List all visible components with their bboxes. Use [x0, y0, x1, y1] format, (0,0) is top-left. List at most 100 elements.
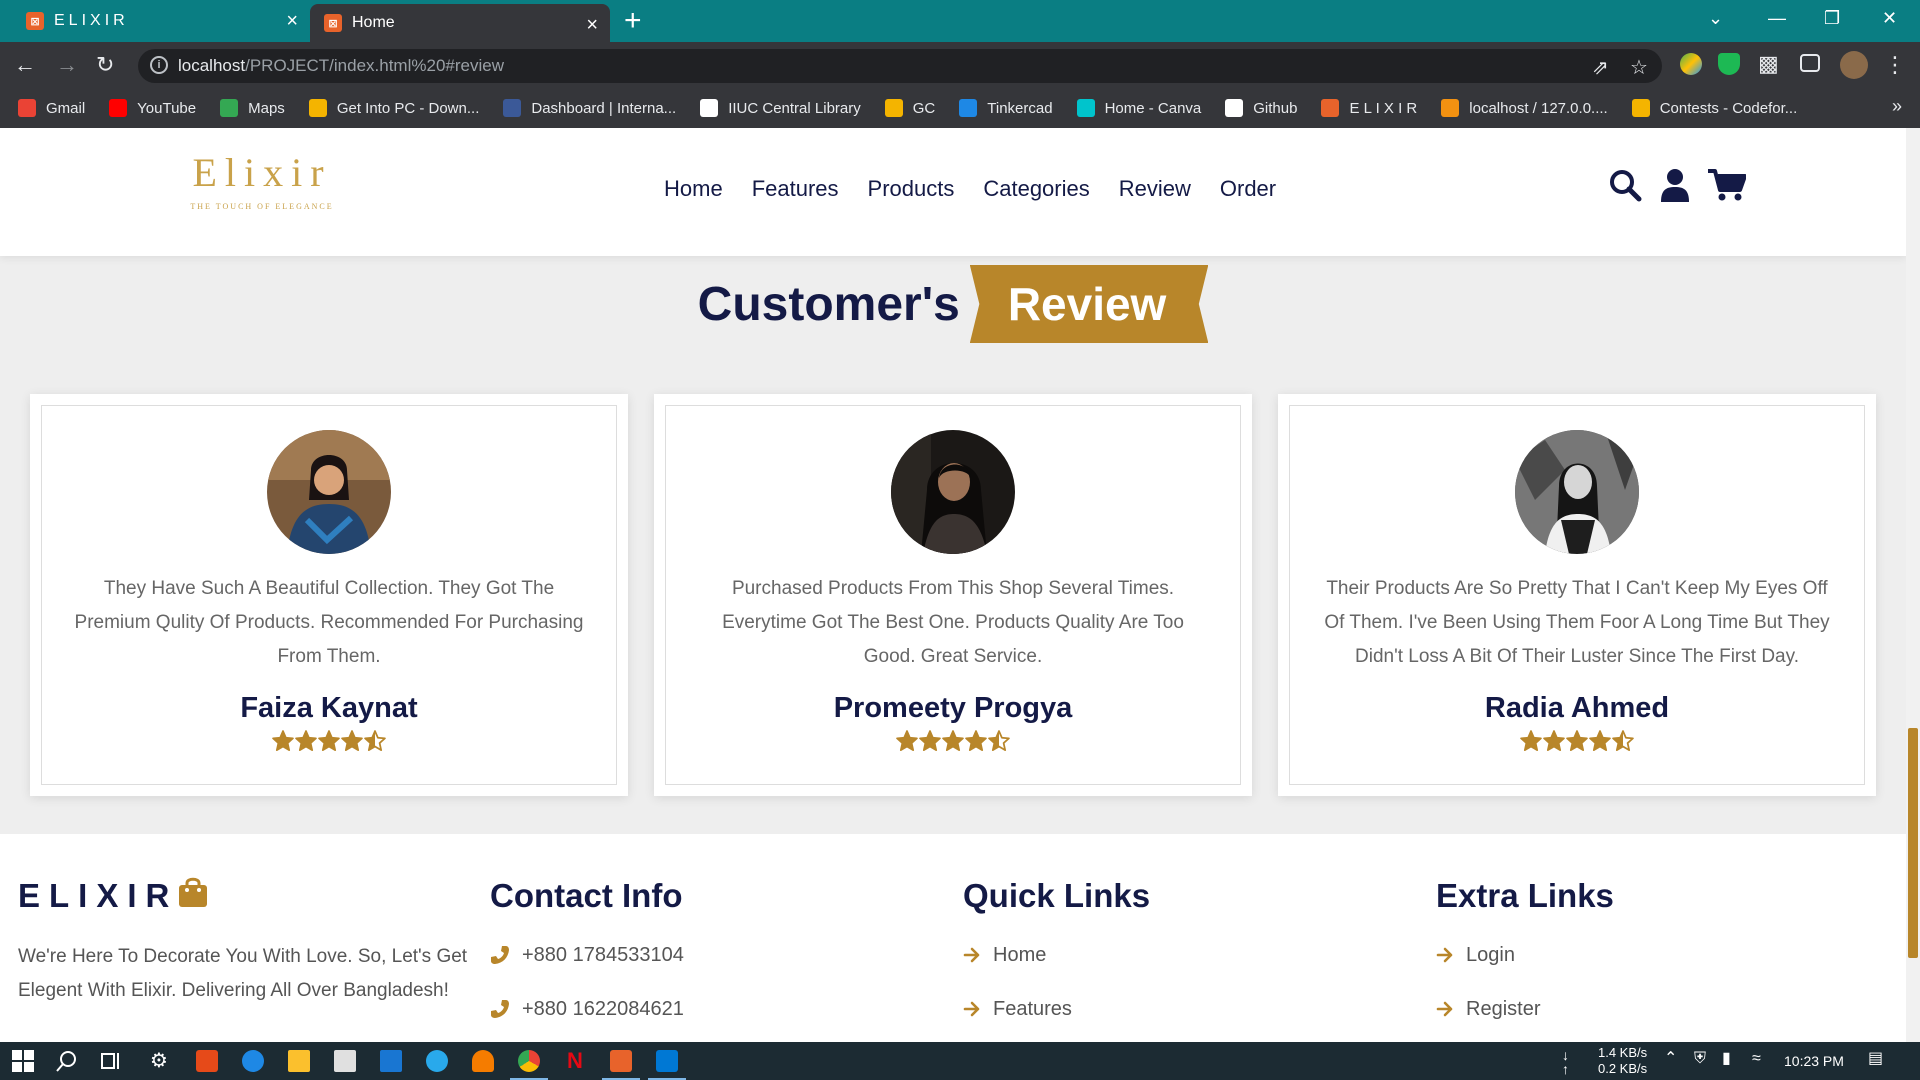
- address-bar[interactable]: i localhost/PROJECT/index.html%20#review…: [138, 49, 1662, 83]
- cloud-app-icon[interactable]: [472, 1050, 494, 1072]
- bookmark-favicon-icon: [884, 99, 903, 117]
- extension-color-icon[interactable]: [1680, 53, 1702, 75]
- bookmark-label: Dashboard | Interna...: [531, 99, 677, 117]
- bookmark-item[interactable]: Home - Canva: [1076, 99, 1201, 117]
- user-icon[interactable]: [1660, 168, 1690, 207]
- windows-start-icon[interactable]: [12, 1050, 34, 1072]
- tab-close-icon[interactable]: ×: [286, 11, 298, 31]
- scrollbar-thumb[interactable]: [1908, 728, 1918, 958]
- nav-link-home[interactable]: Home: [664, 176, 723, 202]
- office-icon[interactable]: [196, 1050, 218, 1072]
- back-arrow-icon[interactable]: ←: [14, 51, 36, 79]
- nav-link-review[interactable]: Review: [1119, 176, 1191, 202]
- footer-link-home[interactable]: Home: [963, 928, 1150, 982]
- nav-link-features[interactable]: Features: [752, 176, 839, 202]
- star-half-icon: [988, 730, 1010, 752]
- footer-quick-links-column: Quick Links Home Features: [963, 874, 1150, 1036]
- star-full-icon: [341, 730, 363, 752]
- footer-phone-item[interactable]: +880 1784533104: [490, 928, 684, 982]
- search-icon[interactable]: [56, 1050, 78, 1072]
- tray-chevron-icon[interactable]: ⌃: [1664, 1051, 1677, 1067]
- page-scrollbar[interactable]: [1906, 128, 1920, 1042]
- forward-arrow-icon[interactable]: →: [56, 51, 78, 79]
- wifi-icon[interactable]: ≈: [1752, 1051, 1761, 1067]
- bookmarks-overflow-icon[interactable]: »: [1892, 96, 1902, 117]
- tab-search-icon[interactable]: ⌄: [1708, 6, 1723, 30]
- review-card: Purchased Products From This Shop Severa…: [654, 394, 1252, 796]
- footer-quick-title: Quick Links: [963, 877, 1151, 914]
- bookmark-star-icon[interactable]: ☆: [1630, 55, 1648, 80]
- battery-icon[interactable]: ▮: [1722, 1051, 1731, 1067]
- settings-gear-icon[interactable]: ⚙: [150, 1050, 172, 1072]
- star-full-icon: [1566, 730, 1588, 752]
- site-logo[interactable]: Elixir THE TOUCH OF ELEGANCE: [180, 150, 344, 232]
- extensions-puzzle-icon[interactable]: ▩: [1758, 50, 1779, 78]
- url-path: /PROJECT/index.html%20#review: [245, 56, 504, 75]
- bookmark-favicon-icon: [1441, 99, 1460, 117]
- minimize-button[interactable]: —: [1768, 6, 1786, 30]
- footer-link-label: Home: [993, 943, 1047, 966]
- bookmark-item[interactable]: IIUC Central Library: [700, 99, 861, 117]
- nav-link-products[interactable]: Products: [868, 176, 955, 202]
- browser-tab-home[interactable]: ⊠ Home ×: [310, 4, 610, 42]
- side-panel-icon[interactable]: [1800, 54, 1820, 72]
- bookmark-item[interactable]: Tinkercad: [959, 99, 1053, 117]
- reload-icon[interactable]: ↻: [96, 51, 114, 79]
- footer-brand-text: ELIXIR: [18, 877, 179, 914]
- mail-icon[interactable]: [380, 1050, 402, 1072]
- browser-tab-elixir[interactable]: ⊠ ELIXIR ×: [12, 0, 310, 42]
- site-header: Elixir THE TOUCH OF ELEGANCE Home Featur…: [0, 128, 1906, 256]
- vscode-icon[interactable]: [648, 1050, 686, 1080]
- new-tab-button[interactable]: +: [624, 6, 642, 36]
- bookmark-label: GC: [912, 99, 936, 117]
- footer-link-features[interactable]: Features: [963, 982, 1150, 1036]
- bookmark-item[interactable]: YouTube: [109, 99, 196, 117]
- notifications-icon[interactable]: ▤: [1868, 1051, 1883, 1067]
- clock-time[interactable]: 10:23 PM: [1784, 1054, 1844, 1068]
- review-text: They Have Such A Beautiful Collection. T…: [74, 578, 584, 667]
- profile-avatar[interactable]: [1840, 51, 1868, 79]
- bookmark-item[interactable]: Gmail: [18, 99, 85, 117]
- elixir-app-icon[interactable]: [602, 1050, 640, 1080]
- bookmark-favicon-icon: [959, 99, 978, 117]
- store-icon[interactable]: [334, 1050, 356, 1072]
- window-close-button[interactable]: ✕: [1882, 6, 1897, 30]
- footer-brand: ELIXIR: [18, 874, 468, 918]
- extension-shield-icon[interactable]: [1718, 53, 1740, 75]
- footer-link-login[interactable]: Login: [1436, 928, 1614, 982]
- bookmark-item[interactable]: E L I X I R: [1321, 99, 1417, 117]
- bookmark-item[interactable]: localhost / 127.0.0....: [1441, 99, 1608, 117]
- footer-link-label: Login: [1466, 943, 1515, 966]
- chrome-icon[interactable]: [510, 1050, 548, 1080]
- star-rating: [1290, 730, 1864, 757]
- cart-icon[interactable]: [1708, 168, 1747, 207]
- restore-button[interactable]: ❐: [1824, 6, 1840, 30]
- search-icon[interactable]: [1608, 168, 1642, 207]
- task-view-icon[interactable]: [100, 1050, 122, 1072]
- bookmark-item[interactable]: Dashboard | Interna...: [503, 99, 676, 117]
- footer-link-register[interactable]: Register: [1436, 982, 1614, 1036]
- phone-number: +880 1784533104: [522, 943, 684, 966]
- site-info-icon[interactable]: i: [150, 56, 168, 74]
- bookmark-item[interactable]: Maps: [220, 99, 285, 117]
- file-explorer-icon[interactable]: [288, 1050, 310, 1072]
- reviewer-avatar: [1515, 430, 1639, 554]
- telegram-icon[interactable]: [426, 1050, 448, 1072]
- bookmark-item[interactable]: GC: [884, 99, 936, 117]
- security-shield-icon[interactable]: ⛨: [1694, 1051, 1706, 1067]
- share-icon[interactable]: ⇗: [1592, 55, 1609, 80]
- url-text[interactable]: localhost/PROJECT/index.html%20#review: [178, 56, 504, 76]
- bookmark-item[interactable]: Github: [1225, 99, 1297, 117]
- netflix-icon[interactable]: N: [564, 1050, 586, 1072]
- footer-phone-item[interactable]: +880 1622084621: [490, 982, 684, 1036]
- tab-close-icon[interactable]: ×: [586, 15, 598, 35]
- bookmark-item[interactable]: Get Into PC - Down...: [308, 99, 479, 117]
- review-section-heading: Customer's Review: [0, 264, 1906, 344]
- nav-link-categories[interactable]: Categories: [983, 176, 1089, 202]
- bookmark-item[interactable]: Contests - Codefor...: [1631, 99, 1797, 117]
- browser-menu-icon[interactable]: ⋮: [1884, 51, 1906, 79]
- nav-link-order[interactable]: Order: [1220, 176, 1276, 202]
- edge-browser-icon[interactable]: [242, 1050, 264, 1072]
- header-icons: [1608, 168, 1747, 207]
- footer-about-text: We're Here To Decorate You With Love. So…: [18, 946, 468, 1001]
